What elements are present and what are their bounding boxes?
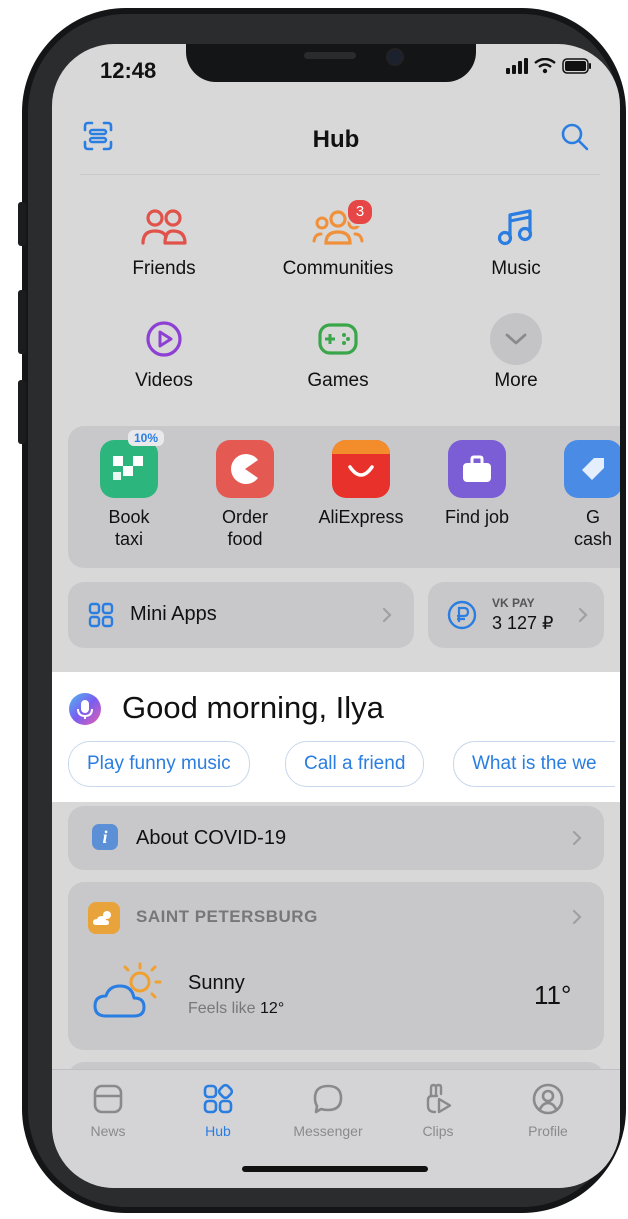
gamepad-icon <box>318 323 358 355</box>
video-play-icon <box>146 321 182 357</box>
service-friends[interactable]: Friends <box>94 202 234 280</box>
screen: 12:48 Hub Friends 3 Communities Music Vi… <box>52 44 620 1188</box>
weather-card[interactable]: SAINT PETERSBURG Sunny Feels like 12° 11… <box>68 882 604 1050</box>
app-label: Gcash <box>573 507 613 549</box>
wifi-icon <box>534 58 556 74</box>
aliexpress-app-icon <box>332 440 390 498</box>
vk-pay-amount: 3 127 ₽ <box>492 613 554 633</box>
chevron-right-icon <box>578 607 588 623</box>
mini-apps-label: Mini Apps <box>130 603 217 625</box>
service-label: Music <box>491 258 541 279</box>
app-label: Order food <box>221 507 268 549</box>
weather-condition: Sunny <box>188 972 245 994</box>
signal-icon <box>506 58 528 74</box>
app-book-taxi[interactable]: 10% Book taxi <box>74 430 184 550</box>
hub-icon <box>203 1083 234 1114</box>
app-find-job[interactable]: Find job <box>422 440 532 528</box>
assistant-panel: Good morning, Ilya Play funny music Call… <box>52 672 620 802</box>
tab-label: Profile <box>528 1123 568 1139</box>
app-order-food[interactable]: Order food <box>190 440 300 550</box>
service-games[interactable]: Games <box>268 314 408 392</box>
app-label: AliExpress <box>318 507 404 527</box>
chevron-right-icon <box>572 909 582 925</box>
chevron-down-icon <box>505 333 527 345</box>
suggestion-chip[interactable]: What is the we <box>453 741 615 787</box>
service-communities[interactable]: 3 Communities <box>268 198 408 280</box>
tab-profile[interactable]: Profile <box>498 1082 598 1139</box>
cashback-app-icon <box>564 440 620 498</box>
service-label: Videos <box>135 370 193 391</box>
friends-icon <box>141 209 187 245</box>
volume-down-button <box>18 380 26 444</box>
service-label: Friends <box>132 258 196 279</box>
weather-feels-like: Feels like 12° <box>188 1000 285 1017</box>
clips-icon <box>426 1083 452 1114</box>
search-icon[interactable] <box>560 122 590 152</box>
mini-apps-button[interactable]: Mini Apps <box>68 582 414 648</box>
home-indicator[interactable] <box>242 1166 428 1172</box>
service-label: Games <box>307 370 369 391</box>
briefcase-icon <box>448 440 506 498</box>
app-cashback[interactable]: Gcash <box>538 440 620 550</box>
tab-label: Messenger <box>293 1123 363 1139</box>
assistant-greeting: Good morning, Ilya <box>122 690 384 725</box>
service-label: Communities <box>282 258 394 279</box>
notification-badge: 3 <box>346 198 374 226</box>
tab-label: Clips <box>422 1123 454 1139</box>
chevron-right-icon <box>382 607 392 623</box>
mini-app-carousel[interactable]: 10% Book taxi Order food AliExpress Find j… <box>68 426 620 568</box>
tab-news[interactable]: News <box>58 1082 158 1139</box>
weather-temperature: 11° <box>534 980 572 1010</box>
service-music[interactable]: Music <box>446 202 586 280</box>
volume-up-button <box>18 290 26 354</box>
vk-pay-button[interactable]: VK PAY 3 127 ₽ <box>428 582 604 648</box>
ruble-icon <box>447 600 477 630</box>
grid-icon <box>88 602 114 628</box>
discount-badge: 10% <box>128 430 165 446</box>
app-aliexpress[interactable]: AliExpress <box>306 440 416 528</box>
app-label: Book taxi <box>108 507 150 549</box>
service-videos[interactable]: Videos <box>94 314 234 392</box>
vk-pay-label: VK PAY <box>492 596 535 610</box>
music-note-icon <box>497 209 533 246</box>
status-time: 12:48 <box>100 58 157 83</box>
tab-label: News <box>90 1123 126 1139</box>
food-app-icon <box>216 440 274 498</box>
weather-city: SAINT PETERSBURG <box>136 907 318 926</box>
mute-switch <box>18 202 26 246</box>
tab-messenger[interactable]: Messenger <box>278 1082 378 1139</box>
weather-app-icon <box>88 902 120 934</box>
service-more[interactable]: More <box>446 313 586 392</box>
info-icon: i <box>92 824 118 850</box>
service-label: More <box>494 370 538 391</box>
page-title: Hub <box>312 126 360 153</box>
news-icon <box>93 1084 123 1114</box>
header-divider <box>80 174 600 175</box>
tab-hub[interactable]: Hub <box>168 1082 268 1139</box>
sunny-weather-icon <box>93 962 162 1018</box>
suggestion-chip[interactable]: Play funny music <box>68 741 250 787</box>
taxi-app-icon: 10% <box>100 430 165 498</box>
notch <box>186 44 476 82</box>
voice-assistant-icon[interactable] <box>68 692 102 726</box>
messenger-icon <box>313 1084 343 1114</box>
suggestion-chip[interactable]: Call a friend <box>285 741 425 787</box>
profile-icon <box>532 1083 564 1115</box>
tab-clips[interactable]: Clips <box>388 1082 488 1139</box>
covid-info-button[interactable]: i About COVID-19 <box>68 806 604 870</box>
app-label: Find job <box>444 507 510 527</box>
tab-label: Hub <box>205 1123 231 1139</box>
chevron-right-icon <box>572 830 582 846</box>
covid-label: About COVID-19 <box>136 827 287 849</box>
status-icons <box>506 58 592 74</box>
battery-icon <box>562 58 591 74</box>
